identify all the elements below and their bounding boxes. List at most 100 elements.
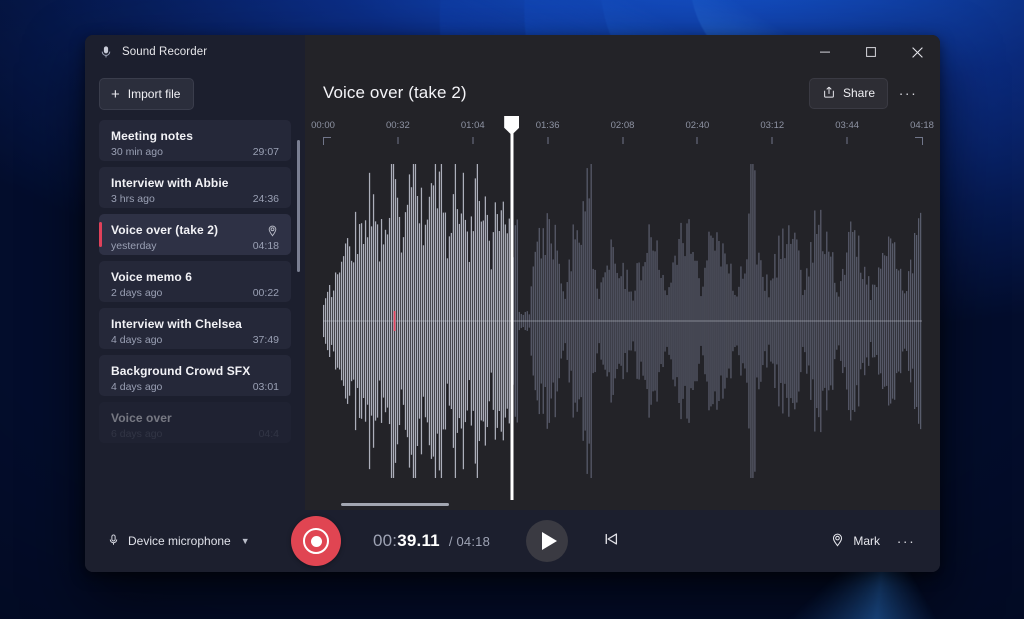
recording-duration: 03:01 [253,381,279,393]
app-title: Sound Recorder [122,46,207,58]
recording-timestamp: yesterday [111,240,157,252]
list-item[interactable]: Voice memo 62 days ago00:22 [99,261,291,302]
sidebar-scrollbar-thumb[interactable] [297,140,300,272]
ruler-tick-label: 04:18 [910,120,934,131]
recording-name: Background Crowd SFX [111,364,250,378]
device-selector[interactable]: Device microphone ▼ [85,533,283,550]
ruler-tick-mark [472,137,473,144]
maximize-button[interactable] [848,35,894,69]
sidebar: Sound Recorder + Import file Meeting not… [85,35,305,510]
recording-timestamp: 3 hrs ago [111,193,155,205]
minimize-button[interactable] [802,35,848,69]
timeline-ruler[interactable]: 00:0000:3201:0401:3602:0802:4003:1203:44… [323,120,922,154]
waveform-canvas[interactable] [323,154,922,488]
recording-name: Interview with Abbie [111,176,229,190]
time-elapsed-prefix: 00: [373,531,397,551]
import-file-label: Import file [128,87,181,101]
time-total: / 04:18 [449,534,490,549]
recordings-list-scroll[interactable]: Meeting notes 30 min ago 29:07 Interview wi… [85,120,305,510]
ruler-tick-mark [323,137,331,145]
record-dot [311,536,322,547]
transport-center: 00: 39.11 / 04:18 [283,516,822,566]
ruler-tick-label: 02:40 [685,120,709,131]
time-elapsed: 39.11 [397,531,440,551]
ruler-tick-mark [622,137,623,144]
share-button[interactable]: Share [809,78,888,109]
ruler-tick-mark [547,137,548,144]
waveform-area[interactable] [323,154,922,510]
marker-pin-icon [266,224,279,237]
recording-timestamp: 4 days ago [111,381,162,393]
main-pane: Voice over (take 2) Share ··· 00:0 [305,35,940,510]
microphone-icon [107,533,120,550]
list-item[interactable]: Meeting notes 30 min ago 29:07 [99,120,291,161]
ruler-tick-mark [697,137,698,144]
ruler-tick-label: 00:00 [311,120,335,131]
share-icon [822,85,836,102]
list-item[interactable]: Voice over (take 2)yesterday04:18 [99,214,291,255]
ruler-tick: 04:18 [910,120,934,131]
play-button[interactable] [526,520,568,562]
ruler-tick-label: 02:08 [611,120,635,131]
recording-name: Voice over [111,411,172,425]
ruler-tick: 02:40 [685,120,709,131]
window-controls [305,35,940,69]
chevron-down-icon: ▼ [241,536,250,546]
recording-duration: 04:4 [259,428,279,440]
recording-name: Meeting notes [111,129,193,143]
recording-duration: 00:22 [253,287,279,299]
main-header: Voice over (take 2) Share ··· [305,69,940,114]
sidebar-scrollbar-track[interactable] [297,35,300,510]
sound-recorder-window: Sound Recorder + Import file Meeting not… [85,35,940,572]
recordings-list: Meeting notes 30 min ago 29:07 Interview wi… [99,120,291,443]
recording-timestamp: 2 days ago [111,287,162,299]
ruler-tick: 01:04 [461,120,485,131]
list-item[interactable]: Background Crowd SFX 4 days ago 03:01 [99,355,291,396]
import-file-area: + Import file [85,69,305,120]
time-display: 00: 39.11 / 04:18 [373,531,490,551]
recording-duration: 37:49 [253,334,279,346]
recording-duration: 29:07 [253,146,279,158]
mark-label: Mark [853,534,880,548]
more-options-button[interactable]: ··· [894,79,922,107]
waveform-scrollbar-thumb[interactable] [341,503,449,506]
ruler-tick-label: 00:32 [386,120,410,131]
ruler-tick-label: 03:44 [835,120,859,131]
playhead[interactable] [510,130,513,500]
ruler-tick-mark [772,137,773,144]
recording-name: Interview with Chelsea [111,317,242,331]
skip-back-button[interactable] [594,524,628,558]
recording-timestamp: 6 days ago [111,428,162,440]
record-button[interactable] [291,516,341,566]
list-fade-overlay [85,456,305,510]
ruler-tick: 00:32 [386,120,410,131]
marker-pin-icon [830,532,845,550]
recording-timestamp: 4 days ago [111,334,162,346]
ruler-tick: 00:00 [311,120,335,131]
device-label: Device microphone [128,534,231,548]
share-label: Share [843,86,875,100]
transport-more-button[interactable]: ··· [892,527,920,555]
selection-accent-bar [99,222,102,247]
header-actions: Share ··· [809,78,922,109]
microphone-icon [99,45,113,59]
plus-icon: + [111,87,120,102]
list-item[interactable]: Interview with Abbie3 hrs ago24:36 [99,167,291,208]
list-item[interactable]: Voice over 6 days ago 04:4 [99,402,291,443]
transport-bar: Device microphone ▼ 00: 39.11 / 04:18 [85,510,940,572]
ruler-tick-mark [397,137,398,144]
ruler-tick-label: 03:12 [760,120,784,131]
transport-right: Mark ··· [822,526,940,556]
list-item[interactable]: Interview with Chelsea 4 days ago 37:49 [99,308,291,349]
ruler-tick-mark [915,137,923,145]
recording-timestamp: 30 min ago [111,146,163,158]
mark-button[interactable]: Mark [822,526,888,556]
ruler-tick-mark [847,137,848,144]
import-file-button[interactable]: + Import file [99,78,194,110]
skip-back-icon [602,530,620,553]
ruler-tick: 02:08 [611,120,635,131]
play-icon [542,532,557,550]
record-ring [303,528,329,554]
close-button[interactable] [894,35,940,69]
title-bar: Sound Recorder [85,35,305,69]
